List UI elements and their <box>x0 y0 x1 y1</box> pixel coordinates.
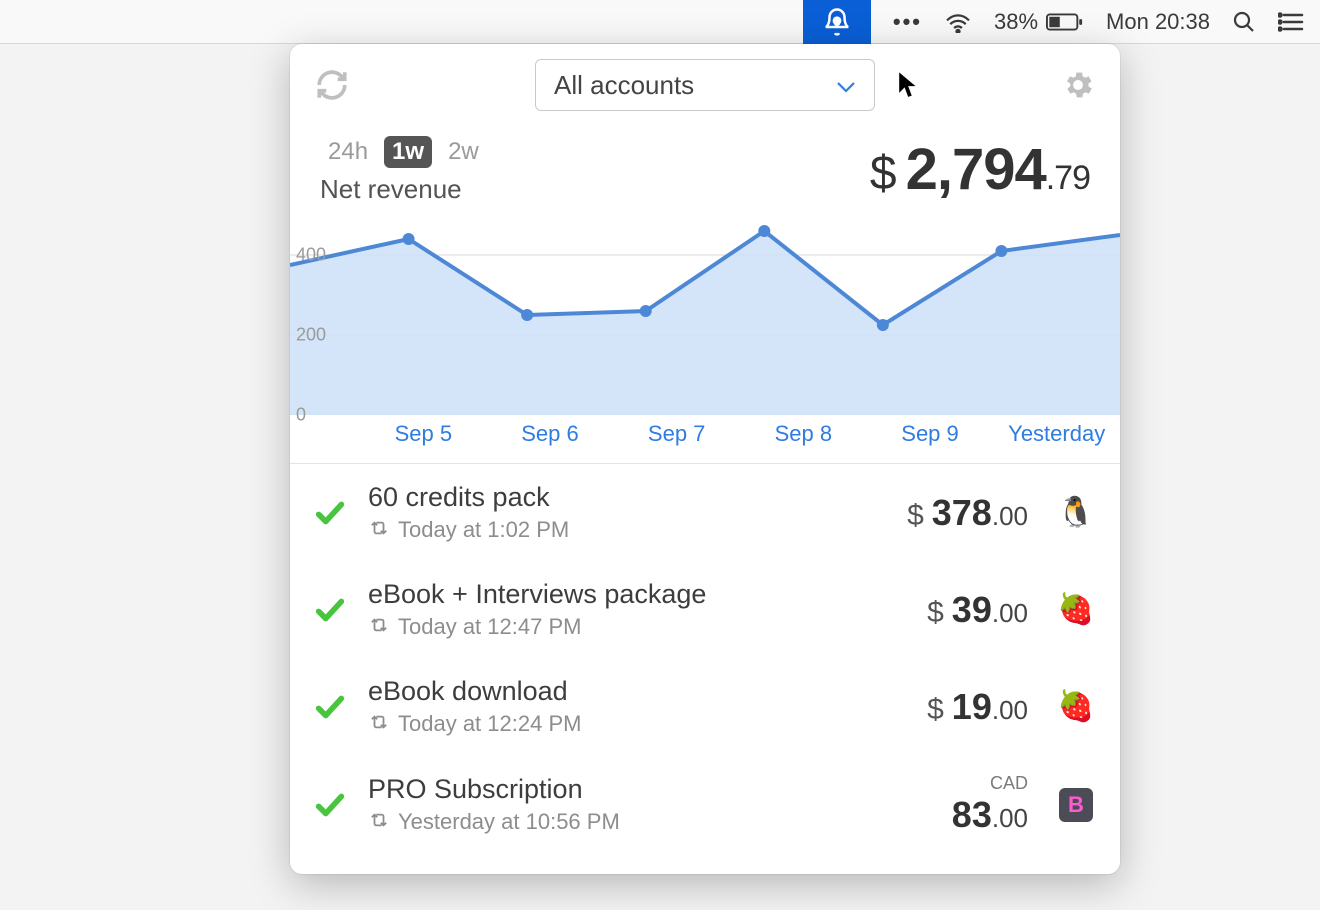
metric-label: Net revenue <box>320 174 487 205</box>
transaction-amount: $378.00 <box>907 492 1038 534</box>
menubar-overflow-icon[interactable]: ••• <box>893 9 922 35</box>
account-selector-label: All accounts <box>554 70 694 101</box>
macos-menubar: $ ••• 38% Mon 20:38 <box>0 0 1320 44</box>
transaction-source-icon: 🍓 <box>1056 590 1096 630</box>
transaction-amount: $39.00 <box>927 589 1038 631</box>
transaction-time: Today at 12:24 PM <box>398 711 581 737</box>
settings-button[interactable] <box>1058 65 1098 105</box>
net-revenue-amount: $ 2,794.79 <box>870 136 1090 203</box>
wifi-icon[interactable] <box>944 11 972 33</box>
transaction-title: eBook download <box>368 676 909 707</box>
transaction-source-icon: 🍓 <box>1056 687 1096 727</box>
menubar-clock[interactable]: Mon 20:38 <box>1106 9 1210 35</box>
transaction-time: Yesterday at 10:56 PM <box>398 809 620 835</box>
transaction-time: Today at 12:47 PM <box>398 614 581 640</box>
battery-icon <box>1046 12 1084 32</box>
transaction-title: 60 credits pack <box>368 482 889 513</box>
time-range-tabs: 24h1w2w <box>320 136 487 168</box>
retweet-icon <box>368 517 390 543</box>
chart-y-tick: 400 <box>296 245 326 266</box>
transaction-title: eBook + Interviews package <box>368 579 909 610</box>
account-selector-dropdown[interactable]: All accounts <box>535 59 875 111</box>
battery-percent-label: 38% <box>994 9 1038 35</box>
chart-y-tick: 200 <box>296 325 326 346</box>
transaction-amount: CAD83.00 <box>952 773 1038 836</box>
transaction-source-icon: B <box>1056 785 1096 825</box>
retweet-icon <box>368 809 390 835</box>
transaction-row[interactable]: PRO Subscription Yesterday at 10:56 PM CAD… <box>290 755 1120 854</box>
menubar-app-bell-icon[interactable]: $ <box>803 0 871 44</box>
chart-x-label[interactable]: Sep 8 <box>740 421 867 447</box>
chart-y-tick: 0 <box>296 405 306 426</box>
transaction-time: Today at 1:02 PM <box>398 517 569 543</box>
transactions-list: 60 credits pack Today at 1:02 PM $378.00 🐧 e… <box>290 463 1120 854</box>
transaction-source-icon: 🐧 <box>1056 493 1096 533</box>
time-range-tab-1w[interactable]: 1w <box>384 136 432 168</box>
chart-x-label[interactable]: Sep 9 <box>867 421 994 447</box>
chevron-down-icon <box>836 70 856 101</box>
chart-x-label[interactable]: Yesterday <box>993 421 1120 447</box>
chart-x-label[interactable]: Sep 6 <box>487 421 614 447</box>
transaction-row[interactable]: 60 credits pack Today at 1:02 PM $378.00 🐧 <box>290 464 1120 561</box>
spotlight-search-icon[interactable] <box>1232 10 1256 34</box>
chart-x-label[interactable]: Sep 5 <box>360 421 487 447</box>
time-range-tab-2w[interactable]: 2w <box>440 136 487 168</box>
transaction-row[interactable]: eBook + Interviews package Today at 12:47… <box>290 561 1120 658</box>
transaction-title: PRO Subscription <box>368 774 934 805</box>
time-range-tab-24h[interactable]: 24h <box>320 136 376 168</box>
currency-symbol: $ <box>870 146 896 201</box>
chart-x-label[interactable]: Sep 7 <box>613 421 740 447</box>
status-check-icon <box>310 690 350 724</box>
refresh-button[interactable] <box>312 65 352 105</box>
status-check-icon <box>310 593 350 627</box>
revenue-popover-panel: All accounts 24h1w2w Net revenue $ 2,794… <box>290 44 1120 874</box>
menu-list-icon[interactable] <box>1278 11 1304 33</box>
battery-status[interactable]: 38% <box>994 9 1084 35</box>
status-check-icon <box>310 788 350 822</box>
revenue-chart: 0200400 <box>290 215 1120 415</box>
retweet-icon <box>368 614 390 640</box>
transaction-amount: $19.00 <box>927 686 1038 728</box>
chart-x-axis: Sep 5Sep 6Sep 7Sep 8Sep 9Yesterday <box>290 415 1120 447</box>
transaction-row[interactable]: eBook download Today at 12:24 PM $19.00 🍓 <box>290 658 1120 755</box>
retweet-icon <box>368 711 390 737</box>
status-check-icon <box>310 496 350 530</box>
